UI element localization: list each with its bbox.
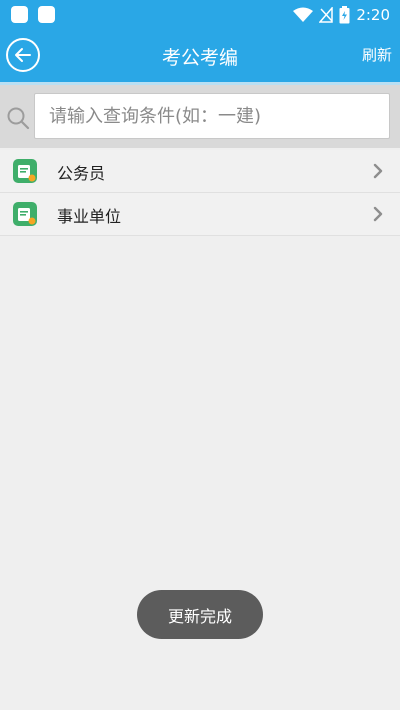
list-item-public-institution[interactable]: 事业单位 [0, 193, 400, 236]
notification-icon [11, 6, 28, 23]
list-item-civil-servant[interactable]: 公务员 [0, 150, 400, 193]
page-title: 考公考编 [161, 47, 238, 69]
app-logo-icon [13, 202, 37, 226]
notification-icon [38, 6, 55, 23]
search-bar [0, 82, 400, 148]
clock: 2:20 [356, 6, 390, 24]
list-item-label: 公务员 [57, 164, 106, 183]
app-logo-icon [13, 159, 37, 183]
chevron-right-icon [373, 206, 383, 222]
search-input[interactable] [34, 93, 390, 139]
refresh-button[interactable]: 刷新 [362, 44, 392, 65]
app-bar: 考公考编 刷新 [0, 30, 400, 82]
wifi-icon [293, 7, 314, 22]
chevron-right-icon [373, 163, 383, 179]
toast-message: 更新完成 [137, 590, 263, 639]
status-bar: 2:20 [0, 0, 400, 30]
battery-icon [339, 6, 350, 24]
search-icon [7, 107, 30, 130]
category-list: 公务员 事业单位 [0, 150, 400, 236]
status-icons: 2:20 [293, 4, 390, 26]
no-signal-icon [319, 7, 334, 23]
list-item-label: 事业单位 [57, 207, 122, 226]
